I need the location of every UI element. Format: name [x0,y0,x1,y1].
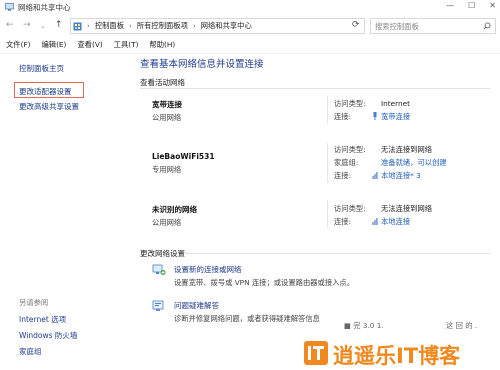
connection-link[interactable]: 本地连接 [381,217,410,227]
troubleshoot-icon [152,300,164,311]
watermark-partial-text: ■ 完 3.0 1. [344,321,384,330]
search-icon[interactable] [483,22,491,30]
network-name: 未识别的网络 [152,205,197,214]
setup-connection-link[interactable]: 设置新的连接或网络 [174,264,242,275]
troubleshoot-desc: 诊断并修复网络问题，或者获得疑难解答信息 [174,314,320,323]
brand-logo-icon [304,341,328,365]
new-connection-icon [152,264,166,275]
menu-view[interactable]: 查看(V) [77,40,102,53]
window-title: 网络和共享中心 [18,3,71,12]
access-type-value: 无法连接到网络 [381,145,433,154]
window-controls: — ☐ ✕ [446,1,496,10]
menu-file[interactable]: 文件(F) [6,40,30,53]
network-name: 宽带连接 [152,100,182,109]
active-networks-heading: 查看活动网络 [140,78,185,87]
wireless-signal-icon [372,172,378,179]
network-type[interactable]: 专用网络 [152,165,181,175]
close-button[interactable]: ✕ [489,1,496,10]
sidebar-item-homegroup[interactable]: 家庭组 [19,346,42,357]
breadcrumb-all-items[interactable]: 所有控制面板项 [137,21,188,31]
access-type-label: 访问类型: [334,204,366,213]
menu-tools[interactable]: 工具(T) [114,40,139,53]
connection-label: 连接: [334,217,352,226]
sidebar: 控制面板主页 更改适配器设置 更改高级共享设置 另请参阅 Internet 选项… [0,54,130,370]
homegroup-label: 家庭组: [334,158,359,167]
connection-label: 连接: [334,112,352,121]
network-type[interactable]: 公用网络 [152,113,181,123]
sidebar-item-windows-firewall[interactable]: Windows 防火墙 [19,330,77,341]
section-divider [185,253,490,254]
address-row: ← → ⌄ ↑ › 控制面板 › 所有控制面板项 › 网络和共享中心 ⟳ 搜索控… [0,16,500,36]
connection-link[interactable]: 宽带连接 [381,112,410,122]
sidebar-item-change-adapter[interactable]: 更改适配器设置 [19,86,72,97]
breadcrumb[interactable]: › 控制面板 › 所有控制面板项 › 网络和共享中心 [70,18,365,34]
watermark-partial-text-2: 这 回 的 . [446,321,478,330]
sidebar-item-control-panel-home[interactable]: 控制面板主页 [19,63,64,74]
search-input[interactable]: 搜索控制面板 [370,18,496,34]
access-type-value: Internet [381,99,410,108]
breadcrumb-separator: › [129,22,132,30]
troubleshoot-link[interactable]: 问题疑难解答 [174,300,219,311]
back-arrow-icon[interactable]: ← [6,20,14,30]
access-type-label: 访问类型: [334,145,366,154]
breadcrumb-control-panel[interactable]: 控制面板 [95,21,124,31]
breadcrumb-separator: › [192,22,196,30]
connection-label: 连接: [334,171,352,180]
change-settings-heading: 更改网络设置 [140,249,185,258]
maximize-button[interactable]: ☐ [468,1,475,10]
recent-dropdown-icon[interactable]: ⌄ [40,22,46,30]
breadcrumb-network-center[interactable]: 网络和共享中心 [201,21,252,31]
brand-text: 逍遥乐IT博客 [333,344,461,368]
section-divider [140,88,490,89]
network-type[interactable]: 公用网络 [152,218,181,228]
menu-help[interactable]: 帮助(H) [149,40,175,53]
minimize-button[interactable]: — [446,1,454,10]
refresh-icon[interactable]: ⟳ [352,20,360,30]
menu-bar: 文件(F) 编辑(E) 查看(V) 工具(T) 帮助(H) [0,40,500,54]
page-title: 查看基本网络信息并设置连接 [140,59,264,70]
column-divider [327,200,328,228]
watermark-logo: 逍遥乐IT博客 [300,336,500,370]
wireless-signal-icon [372,218,378,225]
access-type-value: 无法连接到网络 [381,204,433,213]
sidebar-item-advanced-sharing[interactable]: 更改高级共享设置 [19,101,79,112]
search-placeholder: 搜索控制面板 [375,22,419,31]
setup-connection-desc: 设置宽带、拨号或 VPN 连接；或设置路由器或接入点。 [174,278,355,287]
homegroup-link[interactable]: 准备就绪，可以创建 [381,158,447,168]
network-center-icon [5,3,14,11]
title-bar: 网络和共享中心 — ☐ ✕ [0,0,500,15]
forward-arrow-icon[interactable]: → [23,20,31,30]
connection-link[interactable]: 本地连接* 3 [381,171,421,181]
menu-edit[interactable]: 编辑(E) [41,40,66,53]
access-type-label: 访问类型: [334,99,366,108]
column-divider [327,143,328,183]
network-name: LieBaoWiFi531 [152,152,215,161]
breadcrumb-separator: › [87,22,90,30]
see-also-heading: 另请参阅 [19,298,49,307]
sidebar-item-internet-options[interactable]: Internet 选项 [19,314,66,325]
wired-connection-icon [373,112,377,120]
control-panel-icon [73,22,82,30]
up-arrow-icon[interactable]: ↑ [55,20,63,30]
column-divider [327,96,328,124]
